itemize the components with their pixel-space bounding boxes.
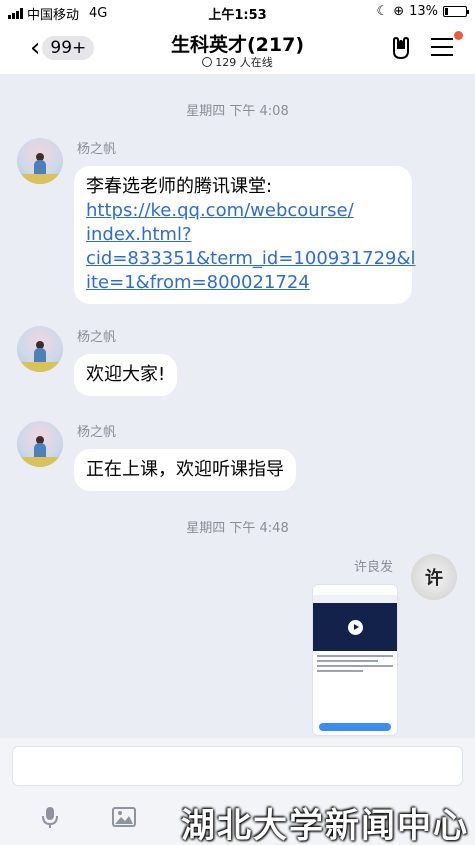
online-count-label: 129 人在线: [215, 56, 273, 69]
status-bar: 中国移动 4G 上午1:53 ☾ ⊕ 13%: [0, 0, 475, 24]
battery-percent: 13%: [409, 4, 438, 19]
message-text: 李春选老师的腾讯课堂:: [86, 176, 273, 197]
timestamp: 星期四 下午 4:08: [186, 104, 289, 119]
rotation-lock-icon: ⊕: [393, 4, 405, 19]
avatar[interactable]: 许: [411, 554, 457, 600]
message-bubble[interactable]: 正在上课，欢迎听课指导: [74, 449, 296, 491]
sender-name: 许良发: [353, 560, 393, 575]
image-message[interactable]: [312, 584, 398, 736]
timestamp: 星期四 下午 4:48: [186, 521, 289, 536]
watermark: 湖北大学新闻中心: [181, 806, 469, 845]
message-input[interactable]: [12, 746, 463, 786]
avatar[interactable]: [17, 326, 63, 372]
menu-icon[interactable]: [431, 38, 453, 58]
sender-name: 杨之帆: [77, 425, 117, 440]
notification-dot: [454, 31, 463, 40]
message-bubble[interactable]: 欢迎大家!: [74, 354, 178, 396]
message-text: 欢迎大家!: [86, 364, 166, 385]
avatar[interactable]: [17, 421, 63, 467]
sender-name: 杨之帆: [77, 142, 117, 157]
image-icon[interactable]: [111, 804, 137, 830]
microphone-icon[interactable]: [37, 804, 63, 830]
battery-icon: [443, 6, 469, 17]
chat-header: ‹ 99+ 生科英才(217) 129 人在线: [0, 24, 475, 74]
message-text: 正在上课，欢迎听课指导: [86, 459, 284, 480]
group-app-icon[interactable]: [389, 36, 413, 60]
moon-icon: ☾: [376, 4, 389, 19]
avatar[interactable]: [17, 138, 63, 184]
smile-icon: [202, 57, 213, 67]
course-link[interactable]: https://ke.qq.com/webcourse/ index.html?…: [86, 199, 416, 295]
play-icon: [348, 620, 363, 635]
sender-name: 杨之帆: [77, 330, 117, 345]
message-bubble[interactable]: 李春选老师的腾讯课堂: https://ke.qq.com/webcourse/…: [74, 166, 416, 304]
